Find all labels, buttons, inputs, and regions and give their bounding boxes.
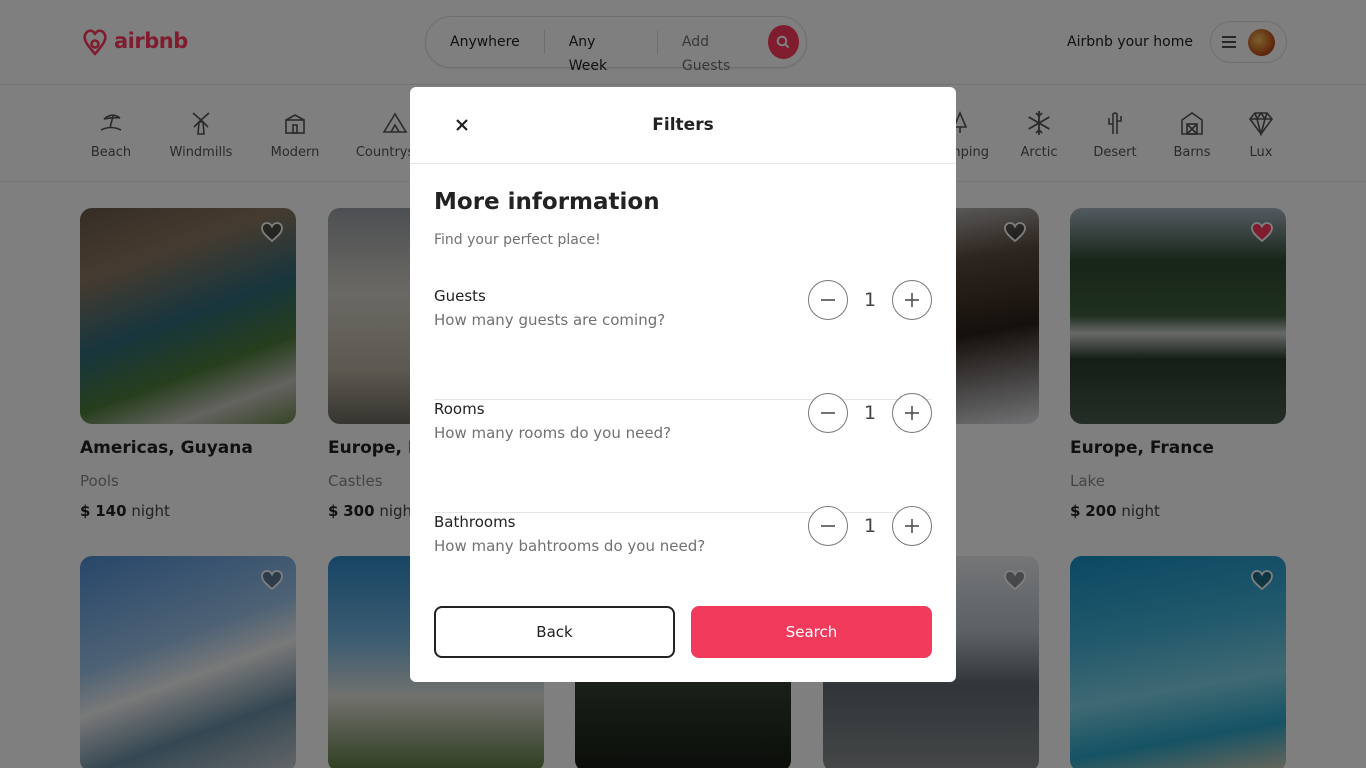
bathrooms-label: Bathrooms [434, 513, 516, 531]
modal-title: Filters [652, 115, 714, 135]
modal-header: Filters [410, 87, 956, 164]
plus-icon [905, 293, 919, 307]
guests-stepper: 1 [808, 280, 932, 320]
guests-description: How many guests are coming? [434, 311, 666, 329]
guests-decrement-button[interactable] [808, 280, 848, 320]
rooms-count: 1 [863, 402, 877, 424]
bathrooms-decrement-button[interactable] [808, 506, 848, 546]
rooms-decrement-button[interactable] [808, 393, 848, 433]
bathrooms-increment-button[interactable] [892, 506, 932, 546]
rooms-increment-button[interactable] [892, 393, 932, 433]
bathrooms-description: How many bahtrooms do you need? [434, 537, 706, 555]
minus-icon [821, 412, 835, 414]
guests-increment-button[interactable] [892, 280, 932, 320]
plus-icon [905, 519, 919, 533]
rooms-stepper: 1 [808, 393, 932, 433]
plus-icon [905, 406, 919, 420]
modal-heading: More information [434, 189, 660, 215]
search-submit-button[interactable]: Search [691, 606, 932, 658]
rooms-row: Rooms How many rooms do you need? 1 [434, 393, 932, 513]
guests-count: 1 [863, 289, 877, 311]
filters-modal: Filters More information Find your perfe… [410, 87, 956, 682]
guests-row: Guests How many guests are coming? 1 [434, 280, 932, 400]
minus-icon [821, 299, 835, 301]
rooms-description: How many rooms do you need? [434, 424, 672, 442]
guests-label: Guests [434, 287, 486, 305]
modal-subheading: Find your perfect place! [434, 232, 601, 248]
bathrooms-stepper: 1 [808, 506, 932, 546]
bathrooms-count: 1 [863, 515, 877, 537]
back-button[interactable]: Back [434, 606, 675, 658]
minus-icon [821, 525, 835, 527]
rooms-label: Rooms [434, 400, 485, 418]
